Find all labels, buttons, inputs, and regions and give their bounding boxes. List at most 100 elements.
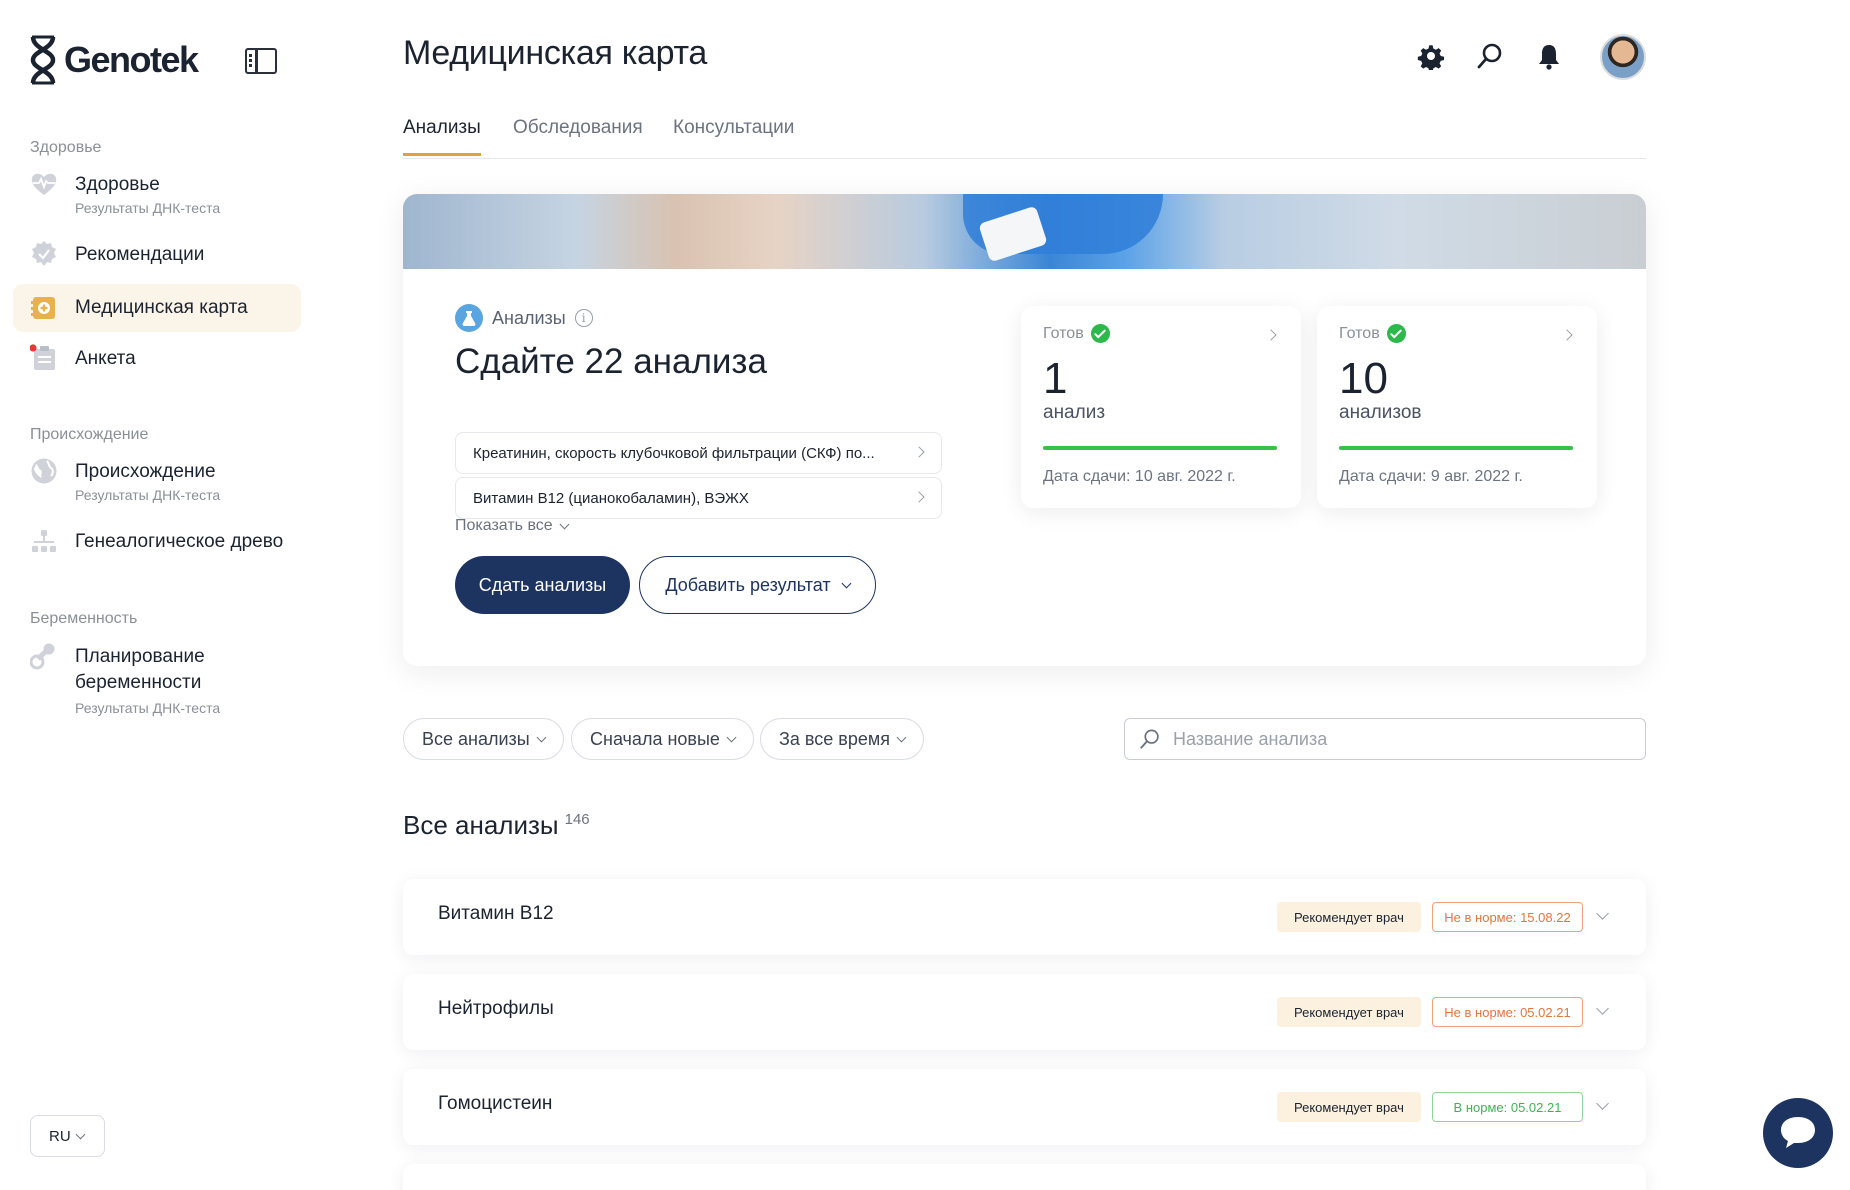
user-avatar[interactable] (1600, 34, 1646, 80)
page-title: Медицинская карта (403, 34, 708, 72)
sidebar-item-label: Генеалогическое древо (75, 531, 284, 552)
analysis-name: Нейтрофилы (438, 998, 554, 1019)
doctor-recommends-badge: Рекомендует врач (1277, 902, 1421, 932)
globe-icon (31, 458, 57, 484)
tab-examinations[interactable]: Обследования (513, 117, 643, 153)
chevron-right-icon (1265, 329, 1277, 341)
pending-analysis-item[interactable]: Витамин B12 (цианокобаламин), ВЭЖХ (455, 477, 942, 519)
heart-pulse-icon (31, 173, 57, 195)
sidebar-item-family-tree[interactable]: Генеалогическое древо (13, 527, 301, 559)
stat-progress-bar (1339, 446, 1573, 450)
take-analyses-button[interactable]: Сдать анализы (455, 556, 630, 614)
chevron-right-icon (913, 491, 925, 503)
pending-analysis-name: Витамин B12 (цианокобаламин), ВЭЖХ (473, 489, 749, 507)
lab-flask-icon (455, 304, 483, 332)
status-badge: Не в норме: 15.08.22 (1432, 902, 1583, 932)
stat-progress-fill (1339, 446, 1573, 450)
stat-status: Готов (1339, 324, 1406, 343)
sidebar-item-sub: Результаты ДНК-теста (75, 200, 221, 216)
analysis-name: Витамин B12 (438, 903, 554, 924)
stat-number: 10 (1339, 354, 1388, 403)
chevron-down-icon (896, 732, 907, 742)
dna-logo-icon (30, 35, 56, 85)
status-badge: В норме: 05.02.21 (1432, 1092, 1583, 1122)
sidebar-item-sub: Результаты ДНК-теста (75, 487, 221, 503)
filter-type-dropdown[interactable]: Все анализы (403, 718, 564, 760)
stat-number: 1 (1043, 354, 1068, 403)
sidebar: Genotek Здоровье Здоровье Результаты ДНК… (0, 0, 320, 1190)
list-count: 146 (564, 811, 590, 829)
info-icon[interactable]: i (574, 309, 593, 327)
stat-unit: анализов (1339, 402, 1422, 423)
sidebar-item-label: Здоровье (75, 174, 160, 195)
stat-progress-bar (1043, 446, 1277, 450)
chevron-down-icon[interactable] (1596, 1002, 1609, 1015)
chevron-down-icon[interactable] (1596, 907, 1609, 920)
sidebar-item-label: Планирование беременности (75, 646, 205, 693)
analysis-row[interactable]: Витамин B12 Рекомендует врач Не в норме:… (403, 879, 1646, 955)
add-result-label: Добавить результат (665, 574, 831, 595)
search-icon[interactable] (1476, 42, 1504, 70)
sidebar-item-pregnancy-planning[interactable]: Планирование беременности Результаты ДНК… (13, 642, 301, 724)
tab-analyses[interactable]: Анализы (403, 117, 481, 156)
medical-card-icon (31, 297, 55, 319)
stat-status: Готов (1043, 324, 1110, 343)
chevron-down-icon (536, 732, 547, 742)
ready-results-card[interactable]: Готов 1 анализ Дата сдачи: 10 авг. 2022 … (1021, 306, 1301, 508)
sidebar-item-health[interactable]: Здоровье Результаты ДНК-теста (13, 170, 301, 224)
sort-dropdown[interactable]: Сначала новые (571, 718, 754, 760)
sidebar-item-questionnaire[interactable]: Анкета (13, 344, 301, 376)
chevron-down-icon[interactable] (1596, 1097, 1609, 1110)
ready-results-card[interactable]: Готов 10 анализов Дата сдачи: 9 авг. 202… (1317, 306, 1597, 508)
sidebar-item-label: Происхождение (75, 461, 216, 482)
stat-date: Дата сдачи: 9 авг. 2022 г. (1339, 468, 1523, 485)
stat-date: Дата сдачи: 10 авг. 2022 г. (1043, 468, 1236, 485)
period-value: За все время (779, 728, 890, 749)
stat-progress-fill (1043, 446, 1277, 450)
sidebar-item-label: Анкета (75, 348, 136, 369)
sidebar-item-recommendations[interactable]: Рекомендации (13, 240, 301, 272)
add-result-button[interactable]: Добавить результат (639, 556, 876, 614)
hero-heading: Сдайте 22 анализа (455, 342, 767, 381)
sidebar-item-medical-card[interactable]: Медицинская карта (13, 284, 301, 332)
status-badge: Не в норме: 05.02.21 (1432, 997, 1583, 1027)
badge-check-icon (32, 241, 56, 266)
sidebar-collapse-icon[interactable] (245, 48, 277, 74)
family-tree-icon (32, 530, 56, 552)
show-all-label: Показать все (455, 517, 553, 534)
logo-text: Genotek (64, 39, 199, 80)
search-icon (1140, 729, 1159, 749)
tab-bar: Анализы Обследования Консультации (403, 115, 1646, 159)
chat-bubble-icon (1781, 1117, 1815, 1148)
genotek-logo[interactable]: Genotek (30, 34, 199, 86)
analysis-search-input[interactable] (1173, 728, 1633, 750)
chevron-down-icon (75, 1129, 86, 1139)
analysis-name: Гомоцистеин (438, 1093, 553, 1114)
analysis-row[interactable] (403, 1164, 1646, 1190)
language-select[interactable]: RU (30, 1115, 105, 1157)
sidebar-item-origin[interactable]: Происхождение Результаты ДНК-теста (13, 457, 301, 511)
pacifier-icon (30, 643, 55, 670)
chat-button[interactable] (1763, 1098, 1833, 1168)
hero-banner-image (403, 194, 1646, 269)
gear-icon[interactable] (1417, 42, 1445, 70)
tab-consultations[interactable]: Консультации (673, 117, 794, 153)
sort-value: Сначала новые (590, 728, 720, 749)
sidebar-item-label: Медицинская карта (75, 297, 248, 318)
analyses-summary-card: Анализы i Сдайте 22 анализа Креатинин, с… (403, 194, 1646, 666)
show-all-link[interactable]: Показать все (455, 517, 570, 535)
analysis-search (1124, 718, 1646, 760)
period-dropdown[interactable]: За все время (760, 718, 924, 760)
analysis-row[interactable]: Гомоцистеин Рекомендует врач В норме: 05… (403, 1069, 1646, 1145)
questionnaire-icon (30, 344, 55, 370)
sidebar-item-label: Рекомендации (75, 244, 205, 265)
bell-icon[interactable] (1535, 42, 1563, 70)
analysis-row[interactable]: Нейтрофилы Рекомендует врач Не в норме: … (403, 974, 1646, 1050)
chevron-right-icon (913, 446, 925, 458)
check-circle-icon (1386, 324, 1406, 343)
doctor-recommends-badge: Рекомендует врач (1277, 1092, 1421, 1122)
language-value: RU (49, 1127, 71, 1145)
stat-status-label: Готов (1339, 324, 1380, 342)
chevron-right-icon (1561, 329, 1573, 341)
pending-analysis-item[interactable]: Креатинин, скорость клубочковой фильтрац… (455, 432, 942, 474)
